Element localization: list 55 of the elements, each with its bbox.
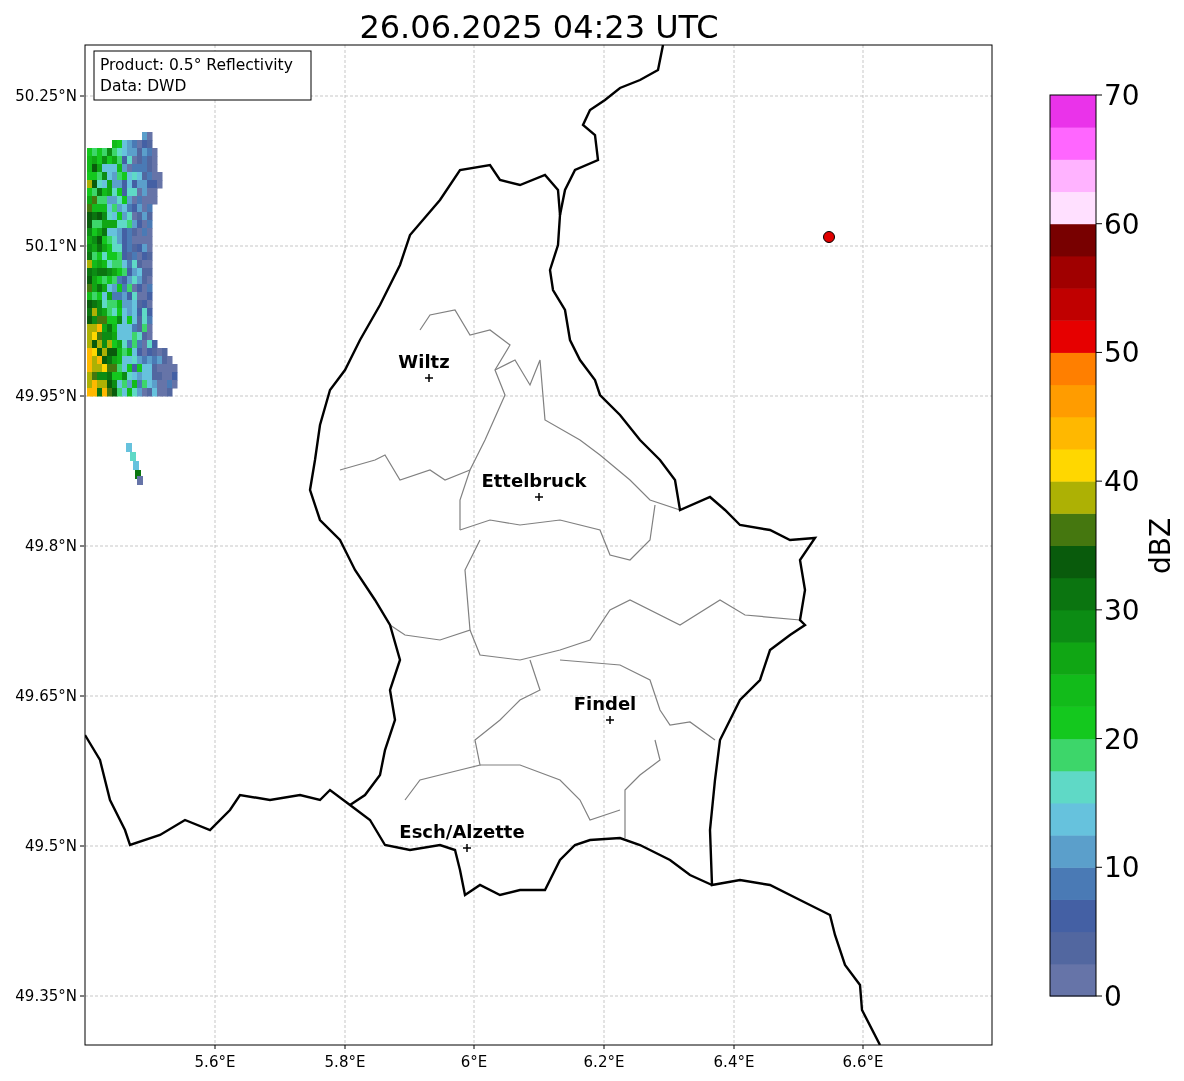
colorbar-tick-label: 60 [1104, 207, 1140, 241]
tick-mark [1095, 94, 1103, 96]
tick-mark [79, 995, 85, 997]
tick-mark [733, 1044, 735, 1050]
tick-mark [1095, 866, 1103, 868]
axis-tick-label: 6.4°E [713, 1053, 755, 1071]
tick-mark [79, 245, 85, 247]
city-label: Wiltz [398, 351, 450, 372]
axis-tick-label: 49.5°N [24, 837, 77, 855]
colorbar-tick-label: 50 [1104, 336, 1140, 370]
tick-mark [862, 1044, 864, 1050]
tick-mark [79, 545, 85, 547]
colorbar-tick-label: 40 [1104, 465, 1140, 499]
info-text: Data: DWD [100, 77, 187, 95]
colorbar-tick-label: 70 [1104, 79, 1140, 112]
axis-tick-label: 49.8°N [24, 537, 77, 555]
tick-mark [1095, 995, 1103, 997]
tick-mark [1095, 223, 1103, 225]
tick-mark [79, 395, 85, 397]
city-marker-icon [424, 373, 434, 383]
chart-title: 26.06.2025 04:23 UTC [359, 8, 719, 46]
tick-mark [1095, 738, 1103, 740]
radar-site-marker [823, 231, 835, 243]
axis-tick-label: 50.25°N [15, 87, 77, 105]
axis-tick-label: 5.8°E [324, 1053, 366, 1071]
info-text: Product: 0.5° Reflectivity [100, 56, 293, 74]
tick-mark [214, 1044, 216, 1050]
axis-tick-label: 49.95°N [15, 387, 77, 405]
colorbar-tick-label: 20 [1104, 722, 1140, 756]
tick-mark [1095, 480, 1103, 482]
axis-tick-label: 5.6°E [194, 1053, 236, 1071]
colorbar-tick-label: 30 [1104, 593, 1140, 627]
tick-mark [603, 1044, 605, 1050]
city-marker-icon [605, 715, 615, 725]
colorbar-tick-label: 0 [1104, 980, 1122, 1013]
city-label: Findel [573, 693, 637, 714]
axis-tick-label: 6.2°E [583, 1053, 625, 1071]
colorbar-label: dBZ [1144, 517, 1177, 575]
axis-tick-label: 50.1°N [24, 237, 77, 255]
city-marker-icon [462, 843, 472, 853]
tick-mark [79, 695, 85, 697]
tick-mark [473, 1044, 475, 1050]
tick-mark [1095, 609, 1103, 611]
tick-mark [344, 1044, 346, 1050]
colorbar-tick-label: 10 [1104, 851, 1140, 885]
city-label: Ettelbruck [481, 470, 587, 491]
tick-mark [79, 845, 85, 847]
tick-mark [1095, 351, 1103, 353]
axis-tick-label: 49.65°N [15, 687, 77, 705]
city-marker-icon [534, 492, 544, 502]
axis-tick-label: 49.35°N [15, 987, 77, 1005]
axis-tick-label: 6.6°E [842, 1053, 884, 1071]
tick-mark [79, 95, 85, 97]
axis-tick-label: 6°E [460, 1053, 488, 1071]
city-label: Esch/Alzette [399, 821, 525, 842]
